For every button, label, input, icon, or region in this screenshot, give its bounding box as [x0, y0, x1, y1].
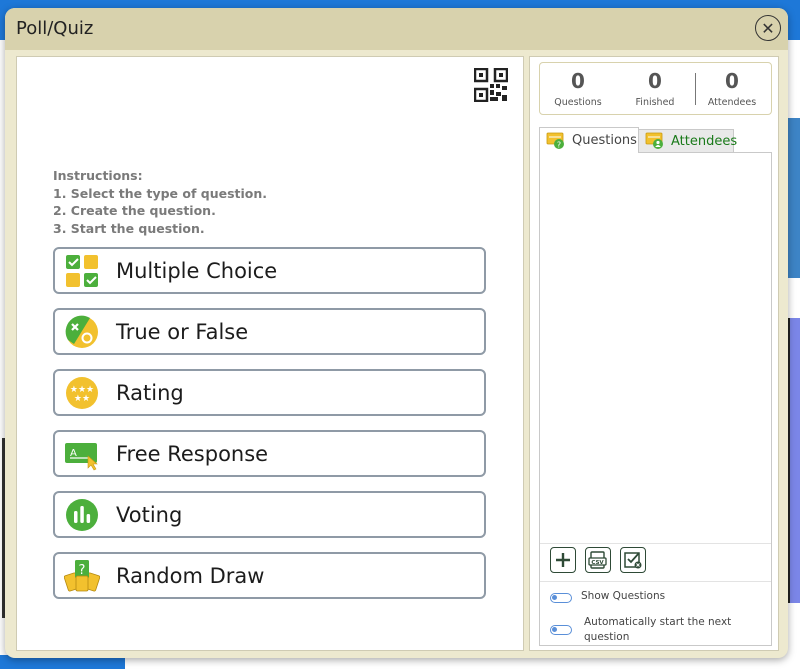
instructions-heading: Instructions:: [53, 168, 143, 183]
true-or-false-label: True or False: [116, 319, 249, 344]
checkbox-delete-icon: [624, 552, 642, 569]
tab-attendees[interactable]: Attendees: [638, 129, 738, 153]
random-draw-icon: ?: [64, 559, 100, 591]
questions-count: 0: [571, 69, 585, 93]
dialog-title: Poll/Quiz: [16, 18, 94, 39]
attendees-count: 0: [725, 69, 739, 93]
tab-questions-label: Questions: [572, 133, 637, 148]
instructions: Instructions: 1. Select the type of ques…: [53, 167, 267, 237]
finished-stat: 0 Finished: [625, 69, 685, 108]
free-response-button[interactable]: A Free Response: [53, 430, 486, 477]
question-type-panel: Instructions: 1. Select the type of ques…: [16, 56, 524, 651]
questions-stat: 0 Questions: [548, 69, 608, 108]
attendees-tab-icon: [645, 132, 663, 149]
rating-button[interactable]: ★★★ ★★ Rating: [53, 369, 486, 416]
clear-questions-button[interactable]: [620, 547, 646, 573]
options-divider: [540, 581, 771, 582]
voting-button[interactable]: Voting: [53, 491, 486, 538]
svg-text:?: ?: [557, 140, 561, 149]
multiple-choice-label: Multiple Choice: [116, 258, 278, 283]
instruction-step: 3. Start the question.: [53, 220, 205, 236]
multiple-choice-button[interactable]: Multiple Choice: [53, 247, 486, 294]
finished-count: 0: [648, 69, 662, 93]
auto-start-label-line2: question: [584, 631, 630, 643]
auto-start-toggle[interactable]: [550, 625, 572, 635]
show-questions-toggle[interactable]: [550, 593, 572, 603]
close-icon: ✕: [761, 18, 775, 38]
background-right-strip: [786, 118, 800, 278]
voting-label: Voting: [116, 502, 183, 527]
true-or-false-button[interactable]: True or False: [53, 308, 486, 355]
csv-file-icon: CSV: [588, 551, 607, 569]
svg-text:★★: ★★: [74, 394, 90, 404]
questions-tab-icon: ?: [546, 132, 564, 149]
true-false-icon: [65, 315, 98, 348]
tab-questions[interactable]: ? Questions: [539, 127, 639, 153]
questions-caption: Questions: [554, 97, 602, 108]
free-response-icon: A: [65, 442, 98, 470]
stats-summary: 0 Questions 0 Finished 0 Attendees: [539, 62, 772, 115]
title-bar[interactable]: Poll/Quiz ✕: [5, 8, 788, 50]
auto-start-label: Automatically start the next question: [584, 615, 731, 645]
attendees-stat: 0 Attendees: [702, 69, 762, 108]
random-draw-button[interactable]: ? Random Draw: [53, 552, 486, 599]
toolbar-divider: [540, 543, 771, 544]
rating-label: Rating: [116, 380, 184, 405]
voting-icon: [66, 498, 98, 531]
multiple-choice-icon: [66, 254, 98, 287]
close-button[interactable]: ✕: [755, 15, 781, 41]
instruction-step: 1. Select the type of question.: [53, 185, 268, 201]
random-draw-label: Random Draw: [116, 563, 265, 588]
tab-attendees-label: Attendees: [671, 133, 738, 149]
instruction-step: 2. Create the question.: [53, 203, 216, 218]
attendees-caption: Attendees: [707, 97, 757, 108]
qr-code-icon[interactable]: [474, 68, 508, 102]
rating-icon: ★★★ ★★: [66, 376, 98, 409]
add-question-button[interactable]: [550, 547, 576, 573]
import-csv-button[interactable]: CSV: [585, 547, 611, 573]
questions-list[interactable]: CSV Show Questions Automatically start t…: [539, 152, 772, 646]
stats-divider: [695, 73, 696, 105]
show-questions-label: Show Questions: [581, 590, 666, 602]
svg-text:CSV: CSV: [591, 560, 604, 566]
plus-icon: [556, 553, 570, 567]
svg-text:A: A: [70, 448, 77, 459]
session-panel: 0 Questions 0 Finished 0 Attendees ? Que…: [529, 56, 779, 651]
poll-quiz-dialog: Poll/Quiz ✕ Instructions: 1. Select the …: [5, 8, 788, 658]
free-response-label: Free Response: [116, 441, 269, 466]
finished-caption: Finished: [635, 97, 675, 108]
background-right-panel: [788, 318, 800, 603]
auto-start-label-line1: Automatically start the next: [584, 616, 732, 628]
